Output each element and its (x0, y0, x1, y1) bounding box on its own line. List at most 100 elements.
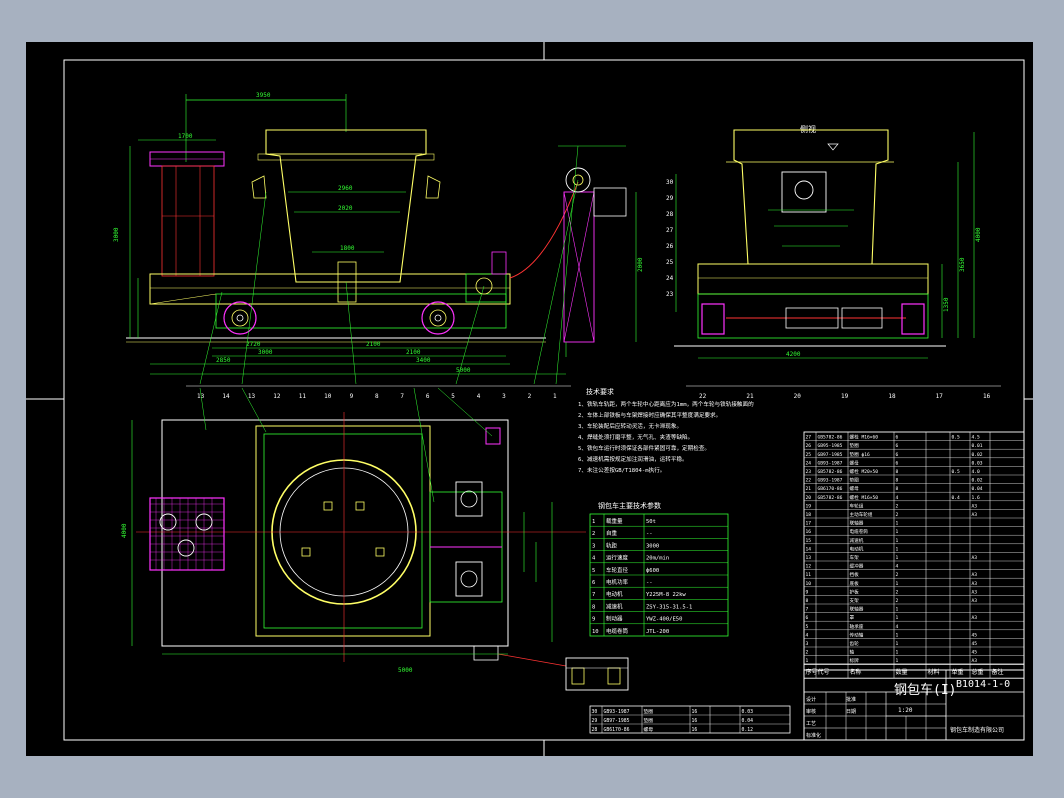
bom-cell: 螺栓 M16×60 (850, 434, 879, 441)
params-cell: 10 (592, 629, 599, 635)
drawing-title: 钢包车(I) (894, 682, 956, 698)
params-cell: 电机功率 (606, 578, 629, 586)
small-bom-cell: 垫圈 (644, 708, 654, 715)
bom-cell: 6 (896, 460, 899, 466)
end-view-left-part-numbers: 30 29 28 27 26 25 24 23 (666, 179, 674, 298)
small-bom-cell: 0.03 (742, 709, 754, 715)
bom-cell: 8 (896, 478, 899, 484)
bom-cell: 19 (806, 503, 812, 509)
bom-cell: 0.5 (952, 435, 961, 441)
bom-cell: 11 (806, 572, 812, 578)
params-table: 1 载重量 50t 2 自重 -- 3 轨距 3000 4 运行速度 20m/min 5 车轮直径 ф600… (589, 513, 729, 637)
bom-cell: 减速机 (850, 537, 864, 544)
bom-header-cell: 序号 (806, 668, 818, 676)
dim-ladle-w2: 2020 (338, 205, 353, 212)
bom-cell: 1 (896, 538, 899, 544)
bom-cell: 传动轴 (850, 631, 864, 638)
bom-cell: 垫圈 (850, 442, 860, 449)
bom-cell: 16 (806, 529, 812, 535)
small-bom-cell: 16 (692, 727, 698, 733)
dim-base-3: 3000 (258, 349, 273, 356)
end-car-frame (697, 263, 929, 295)
bom-cell: 1 (896, 529, 899, 535)
params-cell: 7 (592, 592, 595, 598)
bom-cell: 电缆卷筒 (850, 528, 869, 535)
params-cell: 电动机 (606, 590, 623, 598)
car-frame (149, 273, 511, 305)
tech-requirement-lines: 1、铁轨车轨距，两个车轮中心距离应为1mm，两个车轮与铁轨接触面的 2、车体上部铁… (578, 400, 754, 474)
bom-cell: A3 (972, 615, 978, 621)
params-cell: 20m/min (646, 556, 669, 562)
bom-cell: 1.6 (972, 495, 981, 501)
bom-cell: 5 (806, 624, 809, 630)
bom-cell: 1 (896, 615, 899, 621)
bom-cell: A3 (972, 572, 978, 578)
end-part-number: 20 (794, 393, 802, 400)
bom-header-cell: 数量 (896, 668, 908, 676)
side-part-number: 13 (248, 393, 256, 400)
bom-cell: 螺母 (850, 485, 860, 492)
bom-cell: GB6170-86 (818, 486, 843, 492)
dim-top-inner: 1700 (178, 133, 193, 140)
bom-cell: 1 (896, 641, 899, 647)
end-wheel-left (701, 303, 725, 335)
params-cell: Y225M-8 22kw (646, 592, 686, 598)
tech-line: 2、车体上部铁板与车架焊接时应确保其平整度满足要求。 (578, 411, 721, 419)
bom-cell: 21 (806, 486, 812, 492)
company-name: 钢包车制造有限公司 (950, 726, 1004, 734)
params-cell: 运行速度 (606, 554, 629, 562)
end-wheel-right (901, 303, 925, 335)
end-view-part-numbers: 22 21 20 19 18 17 16 (686, 385, 1001, 400)
tech-line: 1、铁轨车轨距，两个车轮中心距离应为1mm，两个车轮与铁轨接触面的 (578, 400, 754, 408)
bom-cell: 15 (806, 538, 812, 544)
bom-cell: 0.04 (972, 486, 983, 492)
bom-cell: 45 (972, 632, 978, 638)
dim-side-h3: 1350 (943, 297, 950, 312)
end-ladle-body (733, 129, 889, 265)
params-cell: 车轮直径 (606, 566, 629, 574)
params-cell: 50t (646, 519, 656, 525)
bom-cell: 电动机 (850, 545, 864, 552)
tech-line: 4、焊缝处须打磨平整，无气孔、夹渣等缺陷。 (578, 433, 693, 441)
bom-header-cell: 材料 (928, 668, 940, 676)
tech-line: 6、减速机需按规定加注润滑油，运转平稳。 (578, 455, 688, 463)
scale-value: 1:20 (898, 707, 913, 714)
end-view-caption: 侧视 (800, 124, 816, 134)
bom-cell: 6 (896, 443, 899, 449)
bom-cell: GB93-1987 (818, 460, 843, 466)
dim-base-1: 2720 (246, 341, 261, 348)
small-bom-cell: 垫圈 (644, 717, 654, 724)
bom-cell: 8 (806, 598, 809, 604)
drawing-sheet: 3950 1700 2960 2020 1800 3000 2000 2720 … (26, 42, 1033, 756)
end-left-part-number: 29 (666, 195, 674, 202)
bom-cell: 轴承座 (850, 623, 864, 630)
bom-cell: 45 (972, 641, 978, 647)
small-bom-cell: GB6170-86 (604, 727, 630, 733)
side-part-number: 11 (299, 393, 307, 400)
bom-cell: GB97-1985 (818, 452, 843, 458)
bom-cell: 4 (896, 495, 899, 501)
end-left-part-number: 30 (666, 179, 674, 186)
side-part-number: 12 (273, 393, 281, 400)
side-part-number: 6 (426, 393, 430, 400)
dim-plan-width: 5000 (398, 667, 413, 674)
small-bom-cell: 28 (592, 727, 598, 733)
bom-cell: 23 (806, 469, 812, 475)
bom-cell: 2 (896, 598, 899, 604)
bom-cell: 25 (806, 452, 812, 458)
params-cell: 轨距 (606, 541, 618, 549)
bom-cell: A3 (972, 503, 978, 509)
dim-plan-height: 4000 (121, 523, 128, 538)
bom-cell: 齿轮 (850, 640, 860, 647)
bom-cell: 螺母 (850, 459, 860, 466)
bom-cell: 0.02 (972, 452, 983, 458)
bom-cell: 10 (806, 581, 812, 587)
bom-cell: A3 (972, 658, 978, 664)
bom-cell: 6 (896, 452, 899, 458)
params-cell: JTL-200 (646, 629, 669, 635)
platform-support (161, 165, 215, 277)
bom-cell: 4.5 (972, 435, 981, 441)
bom-cell: 4.0 (972, 469, 981, 475)
title-block-label: 审核 (806, 708, 816, 715)
title-block: 钢包车(I) B1014-1-0 钢包车制造有限公司 1:20 (803, 669, 1025, 741)
